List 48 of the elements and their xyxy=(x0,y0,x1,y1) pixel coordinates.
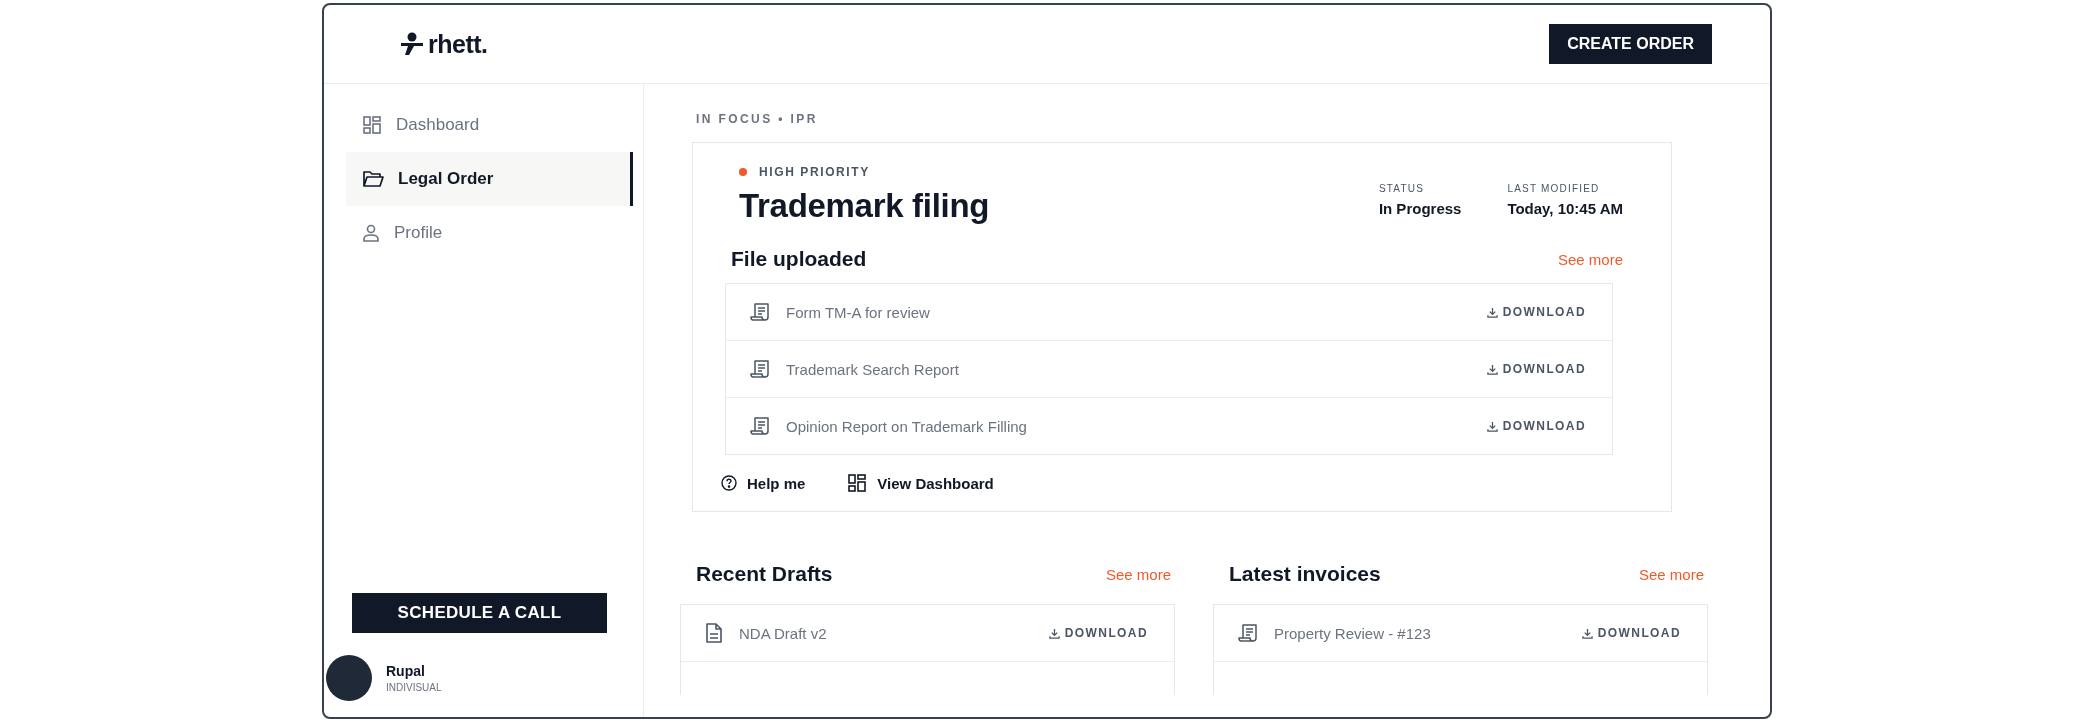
download-icon xyxy=(1048,627,1060,639)
person-icon xyxy=(362,224,380,242)
download-icon xyxy=(1486,363,1498,375)
file-name: Form TM-A for review xyxy=(786,303,931,321)
create-order-button[interactable]: CREATE ORDER xyxy=(1549,24,1712,64)
folder-icon xyxy=(362,170,384,188)
receipt-icon xyxy=(750,416,770,436)
file-name: Property Review - #123 xyxy=(1274,624,1432,642)
receipt-icon xyxy=(1238,623,1258,643)
receipt-icon xyxy=(750,302,770,322)
document-icon xyxy=(705,623,723,643)
section-heading: File uploaded xyxy=(731,247,867,271)
download-icon xyxy=(1486,306,1498,318)
schedule-call-button[interactable]: SCHEDULE A CALL xyxy=(352,593,607,633)
meta-value: Today, 10:45 AM xyxy=(1507,200,1623,217)
section-heading: Recent Drafts xyxy=(696,562,833,586)
meta-label: LAST MODIFIED xyxy=(1507,183,1601,194)
breadcrumb: IN FOCUS • IPR xyxy=(696,112,819,126)
download-button[interactable]: DOWNLOAD xyxy=(1581,626,1681,640)
download-icon xyxy=(1486,420,1498,432)
file-name: Trademark Search Report xyxy=(786,360,960,378)
file-name: Opinion Report on Trademark Filling xyxy=(786,417,1028,435)
grid-icon xyxy=(362,115,382,135)
help-icon xyxy=(721,475,737,491)
nav-item[interactable]: Legal Order xyxy=(346,152,633,206)
priority-dot xyxy=(739,168,747,176)
logo-text: rhett. xyxy=(428,29,488,59)
download-button[interactable]: DOWNLOAD xyxy=(1486,419,1586,433)
avatar xyxy=(326,655,372,701)
meta-label: STATUS xyxy=(1378,183,1426,194)
grid-icon xyxy=(847,473,868,493)
download-button[interactable]: DOWNLOAD xyxy=(1486,362,1586,376)
user-name: Rupal xyxy=(386,663,426,679)
order-title: Trademark filing xyxy=(739,187,990,225)
section-heading: Latest invoices xyxy=(1229,562,1381,586)
receipt-icon xyxy=(750,359,770,379)
user-role: INDIVISUAL xyxy=(386,682,442,693)
logo-icon xyxy=(400,32,424,56)
download-button[interactable]: DOWNLOAD xyxy=(1486,305,1586,319)
download-button[interactable]: DOWNLOAD xyxy=(1048,626,1148,640)
nav-item[interactable]: Profile xyxy=(346,206,633,260)
download-icon xyxy=(1581,627,1593,639)
file-name: NDA Draft v2 xyxy=(739,624,828,642)
nav-item[interactable]: Dashboard xyxy=(346,98,633,152)
action-link[interactable]: Help me xyxy=(721,473,806,493)
action-link[interactable]: View Dashboard xyxy=(847,473,994,493)
meta-value: In Progress xyxy=(1378,200,1462,217)
priority-label: HIGH PRIORITY xyxy=(759,165,870,179)
